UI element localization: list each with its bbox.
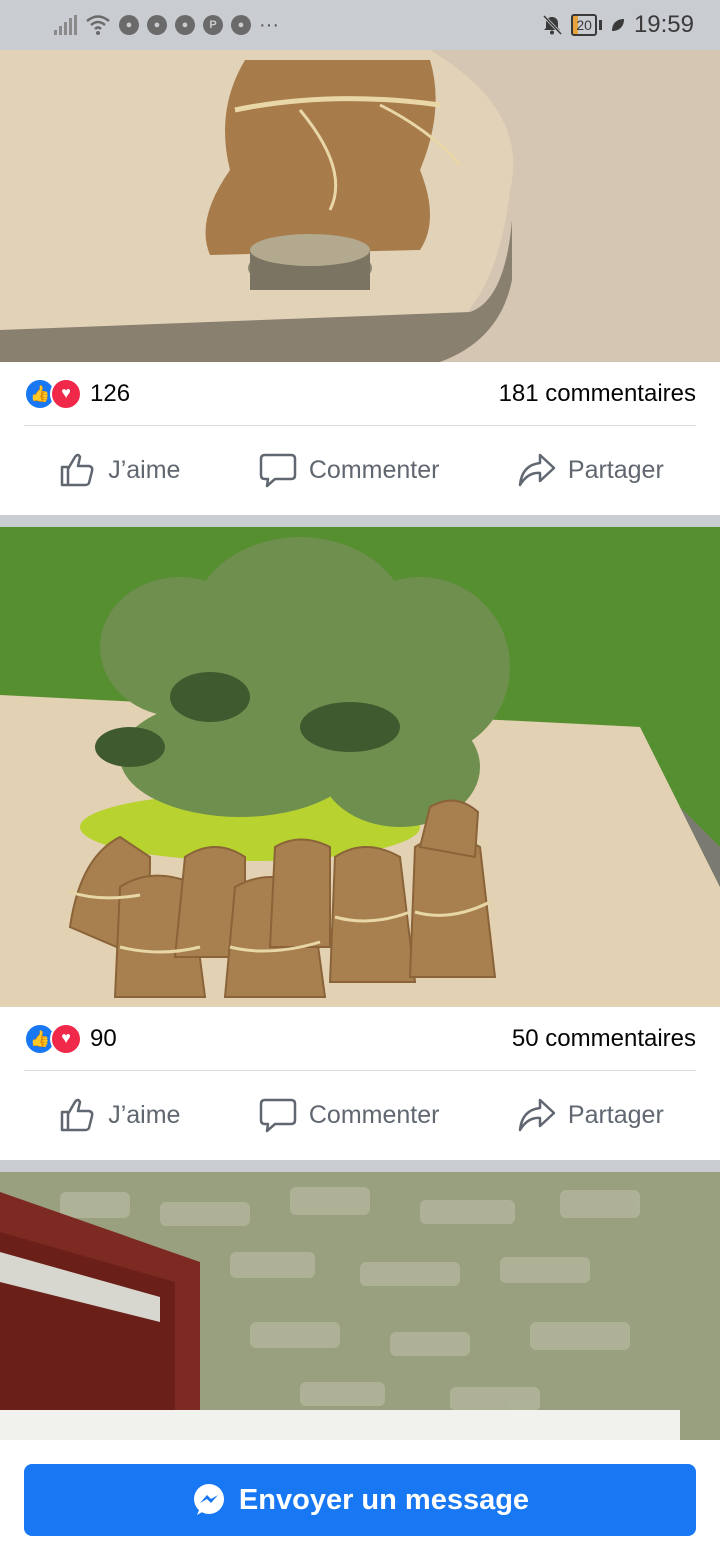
battery-icon: 20	[571, 14, 597, 36]
share-button[interactable]: Partager	[516, 449, 664, 491]
comment-button[interactable]: Commenter	[257, 449, 440, 491]
post-footer: 👍 ♥ 126 181 commentaires J’aime Commente…	[0, 362, 720, 515]
post-separator	[0, 1160, 720, 1172]
post-photo[interactable]	[0, 527, 720, 1007]
love-reaction-icon: ♥	[50, 1022, 82, 1055]
send-message-button[interactable]: Envoyer un message	[24, 1464, 696, 1536]
share-label: Partager	[567, 1100, 664, 1129]
like-button[interactable]: J’aime	[56, 449, 180, 491]
send-message-label: Envoyer un message	[238, 1483, 530, 1516]
post-actions: J’aime Commenter Partager	[0, 1071, 720, 1159]
battery-tip	[598, 20, 602, 30]
wifi-icon	[86, 15, 110, 35]
love-reaction-icon: ♥	[50, 377, 82, 410]
app-icon: ●	[119, 15, 139, 35]
reaction-summary: 👍 ♥ 90 50 commentaires	[24, 1007, 696, 1071]
burlap-bag-on-wood-slice-illustration	[0, 50, 720, 362]
messenger-icon	[193, 1484, 224, 1515]
like-button[interactable]: J’aime	[56, 1094, 180, 1136]
reaction-summary: 👍 ♥ 126 181 commentaires	[24, 362, 696, 426]
comment-label: Commenter	[308, 1100, 440, 1129]
post-separator	[0, 515, 720, 527]
pinterest-icon: P	[203, 15, 223, 35]
share-icon	[518, 453, 556, 487]
signal-icon	[54, 15, 77, 35]
thumbs-up-icon	[60, 453, 94, 487]
leaf-icon	[611, 19, 624, 31]
bottom-bar: Envoyer un message	[0, 1440, 720, 1560]
post-photo[interactable]	[0, 50, 720, 362]
comment-count[interactable]: 50 commentaires	[512, 1025, 696, 1053]
reactions[interactable]: 👍 ♥ 90	[24, 1022, 117, 1055]
like-label: J’aime	[108, 1100, 181, 1129]
status-bar: ● ● ● P ● ··· 20 19:59	[0, 0, 720, 50]
app-icon: ●	[175, 15, 195, 35]
stone-wall-illustration	[0, 1172, 720, 1440]
share-button[interactable]: Partager	[516, 1094, 664, 1136]
reaction-count: 126	[90, 379, 131, 407]
comment-icon	[259, 1098, 297, 1133]
post-footer: 👍 ♥ 90 50 commentaires J’aime Commenter …	[0, 1007, 720, 1160]
reaction-count: 90	[90, 1024, 117, 1052]
post-actions: J’aime Commenter Partager	[0, 426, 720, 514]
clock: 19:59	[633, 11, 694, 38]
comment-icon	[259, 453, 297, 488]
comment-label: Commenter	[308, 455, 440, 484]
more-notifications-icon: ···	[259, 13, 279, 36]
app-icon: ●	[147, 15, 167, 35]
mute-icon	[543, 14, 563, 36]
share-label: Partager	[567, 455, 664, 484]
comment-count[interactable]: 181 commentaires	[499, 380, 696, 408]
app-icon: ●	[231, 15, 251, 35]
like-label: J’aime	[108, 455, 181, 484]
comment-button[interactable]: Commenter	[257, 1094, 440, 1136]
reactions[interactable]: 👍 ♥ 126	[24, 377, 131, 410]
thumbs-up-icon	[60, 1098, 94, 1132]
post-photo[interactable]	[0, 1172, 720, 1440]
share-icon	[518, 1098, 556, 1132]
olive-saplings-illustration	[0, 527, 720, 1007]
